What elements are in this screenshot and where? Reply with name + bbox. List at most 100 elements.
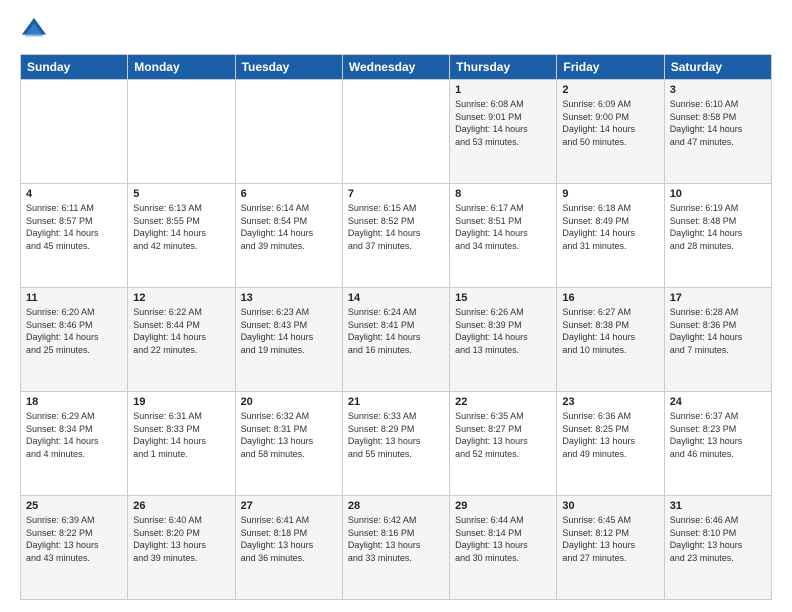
cell-daylight-info: Sunrise: 6:42 AM Sunset: 8:16 PM Dayligh… — [348, 514, 444, 564]
day-number: 5 — [133, 188, 229, 200]
cell-daylight-info: Sunrise: 6:36 AM Sunset: 8:25 PM Dayligh… — [562, 410, 658, 460]
day-number: 19 — [133, 396, 229, 408]
weekday-header-row: SundayMondayTuesdayWednesdayThursdayFrid… — [21, 55, 772, 80]
day-number: 16 — [562, 292, 658, 304]
weekday-header-saturday: Saturday — [664, 55, 771, 80]
calendar-cell: 29 Sunrise: 6:44 AM Sunset: 8:14 PM Dayli… — [450, 496, 557, 600]
calendar-cell: 24 Sunrise: 6:37 AM Sunset: 8:23 PM Dayli… — [664, 392, 771, 496]
day-number: 22 — [455, 396, 551, 408]
calendar-cell: 8Sunrise: 6:17 AM Sunset: 8:51 PM Daylig… — [450, 184, 557, 288]
day-number: 25 — [26, 500, 122, 512]
weekday-header-tuesday: Tuesday — [235, 55, 342, 80]
cell-daylight-info: Sunrise: 6:32 AM Sunset: 8:31 PM Dayligh… — [241, 410, 337, 460]
calendar-cell: 28 Sunrise: 6:42 AM Sunset: 8:16 PM Dayli… — [342, 496, 449, 600]
calendar-cell: 13Sunrise: 6:23 AM Sunset: 8:43 PM Dayli… — [235, 288, 342, 392]
calendar-cell: 6 Sunrise: 6:14 AM Sunset: 8:54 PM Daylig… — [235, 184, 342, 288]
day-number: 31 — [670, 500, 766, 512]
day-number: 17 — [670, 292, 766, 304]
cell-daylight-info: Sunrise: 6:10 AM Sunset: 8:58 PM Dayligh… — [670, 98, 766, 148]
week-row-3: 18 Sunrise: 6:29 AM Sunset: 8:34 PM Dayli… — [21, 392, 772, 496]
day-number: 26 — [133, 500, 229, 512]
cell-daylight-info: Sunrise: 6:14 AM Sunset: 8:54 PM Dayligh… — [241, 202, 337, 252]
day-number: 28 — [348, 500, 444, 512]
calendar-cell: 3 Sunrise: 6:10 AM Sunset: 8:58 PM Daylig… — [664, 80, 771, 184]
calendar-cell: 30 Sunrise: 6:45 AM Sunset: 8:12 PM Dayli… — [557, 496, 664, 600]
calendar-cell: 17 Sunrise: 6:28 AM Sunset: 8:36 PM Dayli… — [664, 288, 771, 392]
cell-daylight-info: Sunrise: 6:35 AM Sunset: 8:27 PM Dayligh… — [455, 410, 551, 460]
day-number: 3 — [670, 84, 766, 96]
header — [20, 16, 772, 44]
cell-daylight-info: Sunrise: 6:20 AM Sunset: 8:46 PM Dayligh… — [26, 306, 122, 356]
day-number: 24 — [670, 396, 766, 408]
day-number: 13 — [241, 292, 337, 304]
cell-daylight-info: Sunrise: 6:37 AM Sunset: 8:23 PM Dayligh… — [670, 410, 766, 460]
day-number: 20 — [241, 396, 337, 408]
calendar-cell: 2Sunrise: 6:09 AM Sunset: 9:00 PM Daylig… — [557, 80, 664, 184]
cell-daylight-info: Sunrise: 6:45 AM Sunset: 8:12 PM Dayligh… — [562, 514, 658, 564]
day-number: 1 — [455, 84, 551, 96]
cell-daylight-info: Sunrise: 6:29 AM Sunset: 8:34 PM Dayligh… — [26, 410, 122, 460]
calendar-cell: 4 Sunrise: 6:11 AM Sunset: 8:57 PM Daylig… — [21, 184, 128, 288]
logo — [20, 16, 52, 44]
weekday-header-monday: Monday — [128, 55, 235, 80]
week-row-4: 25Sunrise: 6:39 AM Sunset: 8:22 PM Dayli… — [21, 496, 772, 600]
calendar-cell: 25Sunrise: 6:39 AM Sunset: 8:22 PM Dayli… — [21, 496, 128, 600]
day-number: 6 — [241, 188, 337, 200]
calendar-cell: 7Sunrise: 6:15 AM Sunset: 8:52 PM Daylig… — [342, 184, 449, 288]
day-number: 15 — [455, 292, 551, 304]
day-number: 14 — [348, 292, 444, 304]
cell-daylight-info: Sunrise: 6:11 AM Sunset: 8:57 PM Dayligh… — [26, 202, 122, 252]
day-number: 8 — [455, 188, 551, 200]
calendar-cell: 27Sunrise: 6:41 AM Sunset: 8:18 PM Dayli… — [235, 496, 342, 600]
week-row-0: 1Sunrise: 6:08 AM Sunset: 9:01 PM Daylig… — [21, 80, 772, 184]
calendar-cell — [235, 80, 342, 184]
day-number: 11 — [26, 292, 122, 304]
cell-daylight-info: Sunrise: 6:40 AM Sunset: 8:20 PM Dayligh… — [133, 514, 229, 564]
calendar-page: SundayMondayTuesdayWednesdayThursdayFrid… — [0, 0, 792, 612]
calendar-cell: 11 Sunrise: 6:20 AM Sunset: 8:46 PM Dayli… — [21, 288, 128, 392]
day-number: 4 — [26, 188, 122, 200]
cell-daylight-info: Sunrise: 6:18 AM Sunset: 8:49 PM Dayligh… — [562, 202, 658, 252]
day-number: 29 — [455, 500, 551, 512]
day-number: 18 — [26, 396, 122, 408]
calendar-cell: 9 Sunrise: 6:18 AM Sunset: 8:49 PM Daylig… — [557, 184, 664, 288]
day-number: 21 — [348, 396, 444, 408]
cell-daylight-info: Sunrise: 6:22 AM Sunset: 8:44 PM Dayligh… — [133, 306, 229, 356]
cell-daylight-info: Sunrise: 6:15 AM Sunset: 8:52 PM Dayligh… — [348, 202, 444, 252]
calendar-cell: 12 Sunrise: 6:22 AM Sunset: 8:44 PM Dayli… — [128, 288, 235, 392]
cell-daylight-info: Sunrise: 6:46 AM Sunset: 8:10 PM Dayligh… — [670, 514, 766, 564]
cell-daylight-info: Sunrise: 6:31 AM Sunset: 8:33 PM Dayligh… — [133, 410, 229, 460]
weekday-header-thursday: Thursday — [450, 55, 557, 80]
calendar-cell: 16Sunrise: 6:27 AM Sunset: 8:38 PM Dayli… — [557, 288, 664, 392]
calendar-table: SundayMondayTuesdayWednesdayThursdayFrid… — [20, 54, 772, 600]
cell-daylight-info: Sunrise: 6:09 AM Sunset: 9:00 PM Dayligh… — [562, 98, 658, 148]
day-number: 9 — [562, 188, 658, 200]
day-number: 27 — [241, 500, 337, 512]
calendar-cell: 22 Sunrise: 6:35 AM Sunset: 8:27 PM Dayli… — [450, 392, 557, 496]
cell-daylight-info: Sunrise: 6:13 AM Sunset: 8:55 PM Dayligh… — [133, 202, 229, 252]
cell-daylight-info: Sunrise: 6:24 AM Sunset: 8:41 PM Dayligh… — [348, 306, 444, 356]
calendar-cell: 18 Sunrise: 6:29 AM Sunset: 8:34 PM Dayli… — [21, 392, 128, 496]
calendar-cell — [342, 80, 449, 184]
week-row-1: 4 Sunrise: 6:11 AM Sunset: 8:57 PM Daylig… — [21, 184, 772, 288]
week-row-2: 11 Sunrise: 6:20 AM Sunset: 8:46 PM Dayli… — [21, 288, 772, 392]
cell-daylight-info: Sunrise: 6:28 AM Sunset: 8:36 PM Dayligh… — [670, 306, 766, 356]
calendar-cell: 14 Sunrise: 6:24 AM Sunset: 8:41 PM Dayli… — [342, 288, 449, 392]
calendar-cell: 1Sunrise: 6:08 AM Sunset: 9:01 PM Daylig… — [450, 80, 557, 184]
day-number: 10 — [670, 188, 766, 200]
calendar-cell: 15 Sunrise: 6:26 AM Sunset: 8:39 PM Dayli… — [450, 288, 557, 392]
calendar-cell: 10 Sunrise: 6:19 AM Sunset: 8:48 PM Dayli… — [664, 184, 771, 288]
cell-daylight-info: Sunrise: 6:26 AM Sunset: 8:39 PM Dayligh… — [455, 306, 551, 356]
calendar-cell: 23Sunrise: 6:36 AM Sunset: 8:25 PM Dayli… — [557, 392, 664, 496]
weekday-header-wednesday: Wednesday — [342, 55, 449, 80]
cell-daylight-info: Sunrise: 6:44 AM Sunset: 8:14 PM Dayligh… — [455, 514, 551, 564]
calendar-cell — [21, 80, 128, 184]
day-number: 12 — [133, 292, 229, 304]
day-number: 30 — [562, 500, 658, 512]
calendar-cell: 19 Sunrise: 6:31 AM Sunset: 8:33 PM Dayli… — [128, 392, 235, 496]
cell-daylight-info: Sunrise: 6:33 AM Sunset: 8:29 PM Dayligh… — [348, 410, 444, 460]
cell-daylight-info: Sunrise: 6:19 AM Sunset: 8:48 PM Dayligh… — [670, 202, 766, 252]
calendar-cell: 26 Sunrise: 6:40 AM Sunset: 8:20 PM Dayli… — [128, 496, 235, 600]
calendar-cell: 21 Sunrise: 6:33 AM Sunset: 8:29 PM Dayli… — [342, 392, 449, 496]
weekday-header-sunday: Sunday — [21, 55, 128, 80]
